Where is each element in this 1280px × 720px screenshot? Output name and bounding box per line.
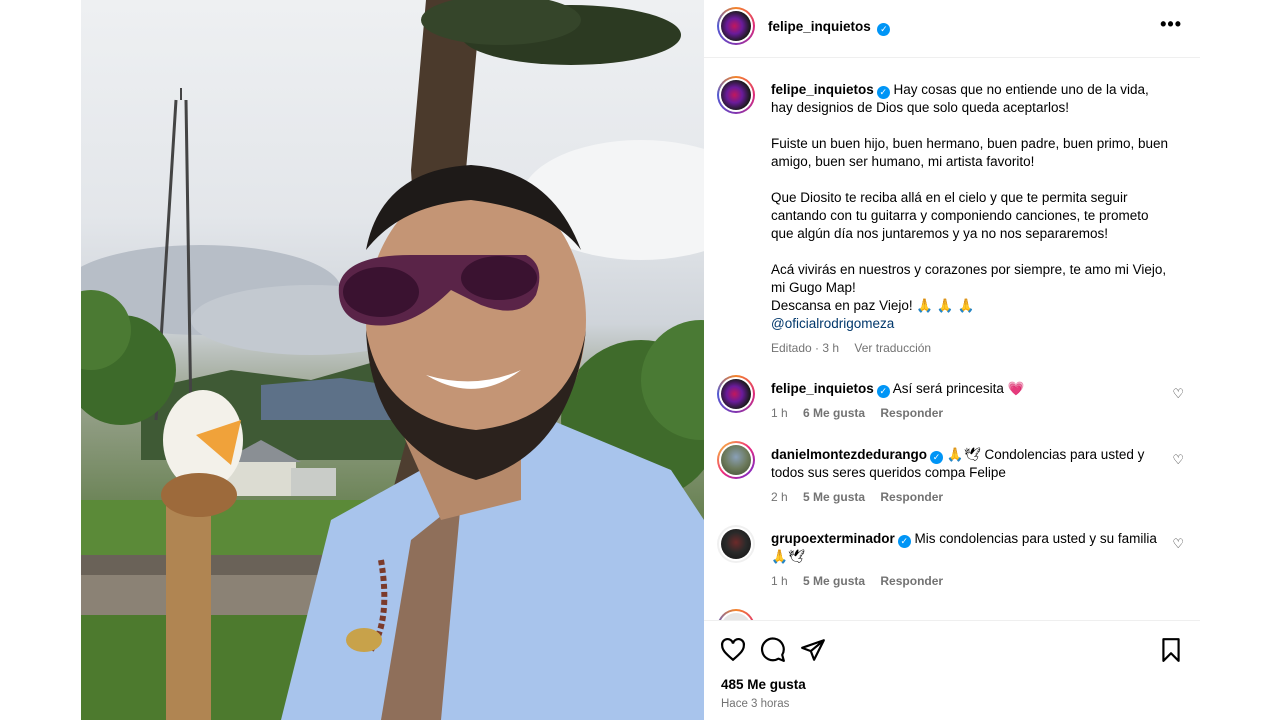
bookmark-icon[interactable] [1158,637,1184,663]
verified-icon: ✓ [897,535,911,548]
comment-time: 1 h [771,406,788,420]
post-header: felipe_inquietos ✓ ••• [704,0,1200,58]
comment-username[interactable]: grupoexterminador [771,531,895,546]
caption-edited: Editado · 3 h [771,341,840,355]
more-options-icon[interactable]: ••• [1160,14,1182,35]
comment-avatar[interactable] [717,441,755,479]
reply-button[interactable]: Responder [880,574,943,588]
caption-username[interactable]: felipe_inquietos [771,82,874,97]
comment-item: grupoexterminador ✓ Mis condolencias para… [771,530,1171,566]
comment-like-icon[interactable]: ♡ [1172,386,1184,402]
avatar[interactable] [717,7,755,45]
comments-list[interactable]: felipe_inquietos ✓ Hay cosas que no entie… [704,59,1200,620]
translate-link[interactable]: Ver traducción [854,341,931,355]
comment-like-icon[interactable]: ♡ [1172,452,1184,468]
share-icon[interactable] [800,637,826,663]
likes-count[interactable]: 485 Me gusta [721,677,806,692]
caption: felipe_inquietos ✓ Hay cosas que no entie… [771,81,1171,333]
post-photo-illustration [81,0,704,720]
comment-icon[interactable] [760,637,786,663]
post-sidebar: felipe_inquietos ✓ ••• felipe_inquietos ✓… [704,0,1200,720]
comment-text: Así será princesita 💗 [892,381,1025,396]
comment-item: danielmontezdedurango ✓ 🙏🕊 Condolencias p… [771,446,1171,482]
comment-item: felipe_inquietos ✓ Así será princesita 💗 [771,380,1171,398]
comment-meta: 1 h 6 Me gusta Responder [771,406,955,420]
post-time: Hace 3 horas [721,698,790,710]
reply-button[interactable]: Responder [880,406,943,420]
heart-icon[interactable] [720,637,746,663]
post-actions: 485 Me gusta Hace 3 horas [704,620,1200,720]
verified-icon: ✓ [876,86,890,99]
verified-icon: ✓ [876,385,890,398]
verified-icon: ✓ [930,451,944,464]
verified-icon: ✓ [877,23,891,36]
caption-meta: Editado · 3 h Ver traducción [771,341,943,355]
comment-meta: 2 h 5 Me gusta Responder [771,490,955,504]
header-username[interactable]: felipe_inquietos [768,19,871,34]
comment-time: 1 h [771,574,788,588]
caption-avatar[interactable] [717,76,755,114]
caption-paragraph-4: Acá vivirás en nuestros y corazones por … [771,262,1167,313]
caption-paragraph-2: Fuiste un buen hijo, buen hermano, buen … [771,136,1169,169]
comment-likes[interactable]: 5 Me gusta [803,490,865,504]
comment-like-icon[interactable]: ♡ [1172,536,1184,552]
comment-time: 2 h [771,490,788,504]
reply-button[interactable]: Responder [880,490,943,504]
comment-username[interactable]: danielmontezdedurango [771,447,927,462]
caption-mention[interactable]: @oficialrodrigomeza [771,315,1171,333]
comment-meta: 1 h 5 Me gusta Responder [771,574,955,588]
comment-likes[interactable]: 6 Me gusta [803,406,865,420]
comment-avatar[interactable] [717,609,755,620]
comment-avatar[interactable] [717,525,755,563]
comment-likes[interactable]: 5 Me gusta [803,574,865,588]
comment-username[interactable]: felipe_inquietos [771,381,874,396]
caption-paragraph-3: Que Diosito te reciba allá en el cielo y… [771,190,1149,241]
post-photo[interactable] [81,0,704,720]
comment-avatar[interactable] [717,375,755,413]
